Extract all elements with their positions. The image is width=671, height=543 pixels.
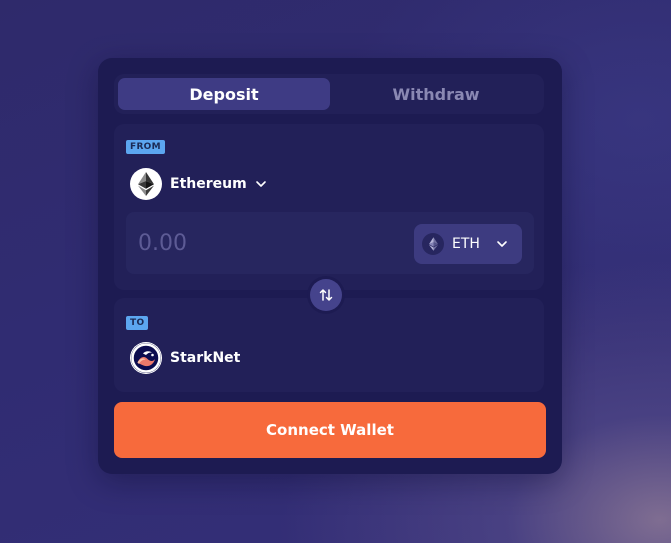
to-network: StarkNet [130,342,240,374]
swap-direction-button[interactable] [310,279,342,311]
tab-deposit[interactable]: Deposit [118,78,330,110]
chevron-down-icon [496,237,508,251]
mode-tabs: Deposit Withdraw [114,74,544,114]
amount-box: ETH [126,212,534,274]
starknet-icon [130,342,162,374]
to-badge: TO [126,316,149,330]
bridge-card: Deposit Withdraw FROM Ethereum 0.00 ETH … [98,58,562,474]
swap-arrows-icon [318,287,334,303]
eth-token-icon [422,233,444,255]
from-network-name: Ethereum [170,176,247,192]
connect-wallet-button[interactable]: Connect Wallet [114,402,546,458]
from-network-selector[interactable]: Ethereum [130,168,267,200]
token-selector[interactable]: ETH [414,224,522,264]
to-section: TO StarkNet [114,298,544,392]
tab-withdraw[interactable]: Withdraw [330,78,542,110]
chevron-down-icon [255,180,267,188]
from-section: FROM Ethereum 0.00 ETH [114,124,544,290]
amount-input[interactable] [138,225,378,261]
from-badge: FROM [126,140,165,154]
ethereum-icon [130,168,162,200]
token-name: ETH [452,236,480,252]
to-network-name: StarkNet [170,350,241,366]
